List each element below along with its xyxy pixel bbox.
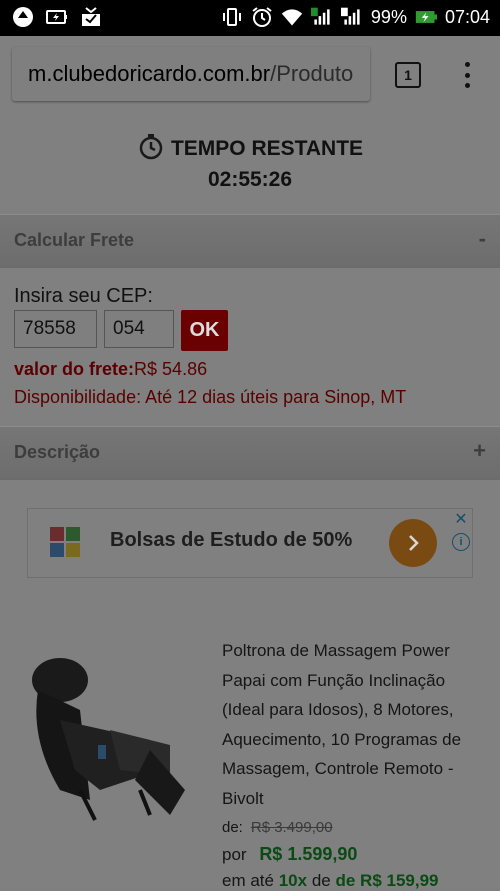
vibrate-icon xyxy=(221,6,243,28)
overflow-menu-icon[interactable] xyxy=(462,62,472,88)
installment-value: de R$ 159,99 xyxy=(335,871,439,890)
signal-sim2-icon xyxy=(340,6,363,28)
ad-go-button[interactable] xyxy=(389,519,437,567)
installment-prefix: em até xyxy=(222,871,274,890)
expand-icon[interactable]: + xyxy=(473,438,486,464)
massage-chair-image xyxy=(32,658,185,821)
battery-percent: 99% xyxy=(370,6,407,27)
status-bar: 99% 07:04 xyxy=(0,0,500,36)
stopwatch-icon xyxy=(137,132,165,166)
por-label: por xyxy=(222,845,247,864)
battery-saver-icon xyxy=(46,6,68,28)
de-label: de: xyxy=(222,819,243,836)
battery-charging-icon xyxy=(415,6,437,28)
product-image[interactable] xyxy=(20,650,200,830)
old-price-line: de: R$ 3.499,00 xyxy=(222,819,333,836)
installment-mid: de xyxy=(311,871,331,890)
current-price: R$ 1.599,90 xyxy=(259,844,358,864)
page-content: TEMPO RESTANTE 02:55:26 Calcular Frete -… xyxy=(0,114,500,891)
browser-toolbar: m.clubedoricardo.com.br/Produto 1 xyxy=(0,36,500,114)
installment-line: em até 10x de de R$ 159,99 xyxy=(222,871,439,891)
ad-info-icon[interactable]: i xyxy=(452,533,470,551)
signal-sim1-icon xyxy=(310,6,333,28)
clock: 07:04 xyxy=(444,6,490,27)
frete-label: valor do frete: xyxy=(14,359,135,379)
url-domain: m.clubedoricardo.com.br xyxy=(28,61,271,86)
cep-input-part2[interactable]: 054 xyxy=(104,310,174,348)
ad-logo-icon xyxy=(50,527,80,557)
ad-banner[interactable]: Bolsas de Estudo de 50% ✕ i xyxy=(27,508,473,578)
tab-switcher-button[interactable]: 1 xyxy=(395,62,421,88)
timer-label: TEMPO RESTANTE xyxy=(170,137,364,160)
cep-label: Insira seu CEP: xyxy=(14,285,153,307)
ad-close-icon[interactable]: ✕ xyxy=(452,511,470,529)
upload-icon xyxy=(12,6,34,28)
chevron-right-icon xyxy=(409,535,419,551)
calcular-frete-header[interactable]: Calcular Frete - xyxy=(0,214,500,268)
frete-value: valor do frete:R$ 54.86 xyxy=(14,359,207,380)
product-title[interactable]: Poltrona de Massagem Power Papai com Fun… xyxy=(222,636,490,813)
frete-amount: R$ 54.86 xyxy=(134,359,208,379)
timer-value: 02:55:26 xyxy=(207,168,293,191)
ad-text: Bolsas de Estudo de 50% xyxy=(110,529,353,551)
url-bar[interactable]: m.clubedoricardo.com.br/Produto xyxy=(12,47,370,101)
url-text: m.clubedoricardo.com.br/Produto xyxy=(28,61,353,87)
installment-count: 10x xyxy=(278,871,308,890)
disponibilidade-text: Disponibilidade: Até 12 dias úteis para … xyxy=(14,387,407,407)
old-price: R$ 3.499,00 xyxy=(250,819,333,836)
alarm-icon xyxy=(251,6,273,28)
section-title: Descrição xyxy=(14,442,101,462)
collapse-icon[interactable]: - xyxy=(479,226,486,252)
current-price-line: por R$ 1.599,90 xyxy=(222,844,357,865)
section-title: Calcular Frete xyxy=(14,230,135,250)
countdown-timer: TEMPO RESTANTE 02:55:26 xyxy=(0,132,500,192)
download-done-icon xyxy=(80,6,102,28)
wifi-icon xyxy=(281,6,303,28)
url-path: /Produto xyxy=(270,61,354,86)
ok-button[interactable]: OK xyxy=(181,310,228,351)
descricao-header[interactable]: Descrição + xyxy=(0,426,500,480)
cep-input-part1[interactable]: 78558 xyxy=(14,310,97,348)
